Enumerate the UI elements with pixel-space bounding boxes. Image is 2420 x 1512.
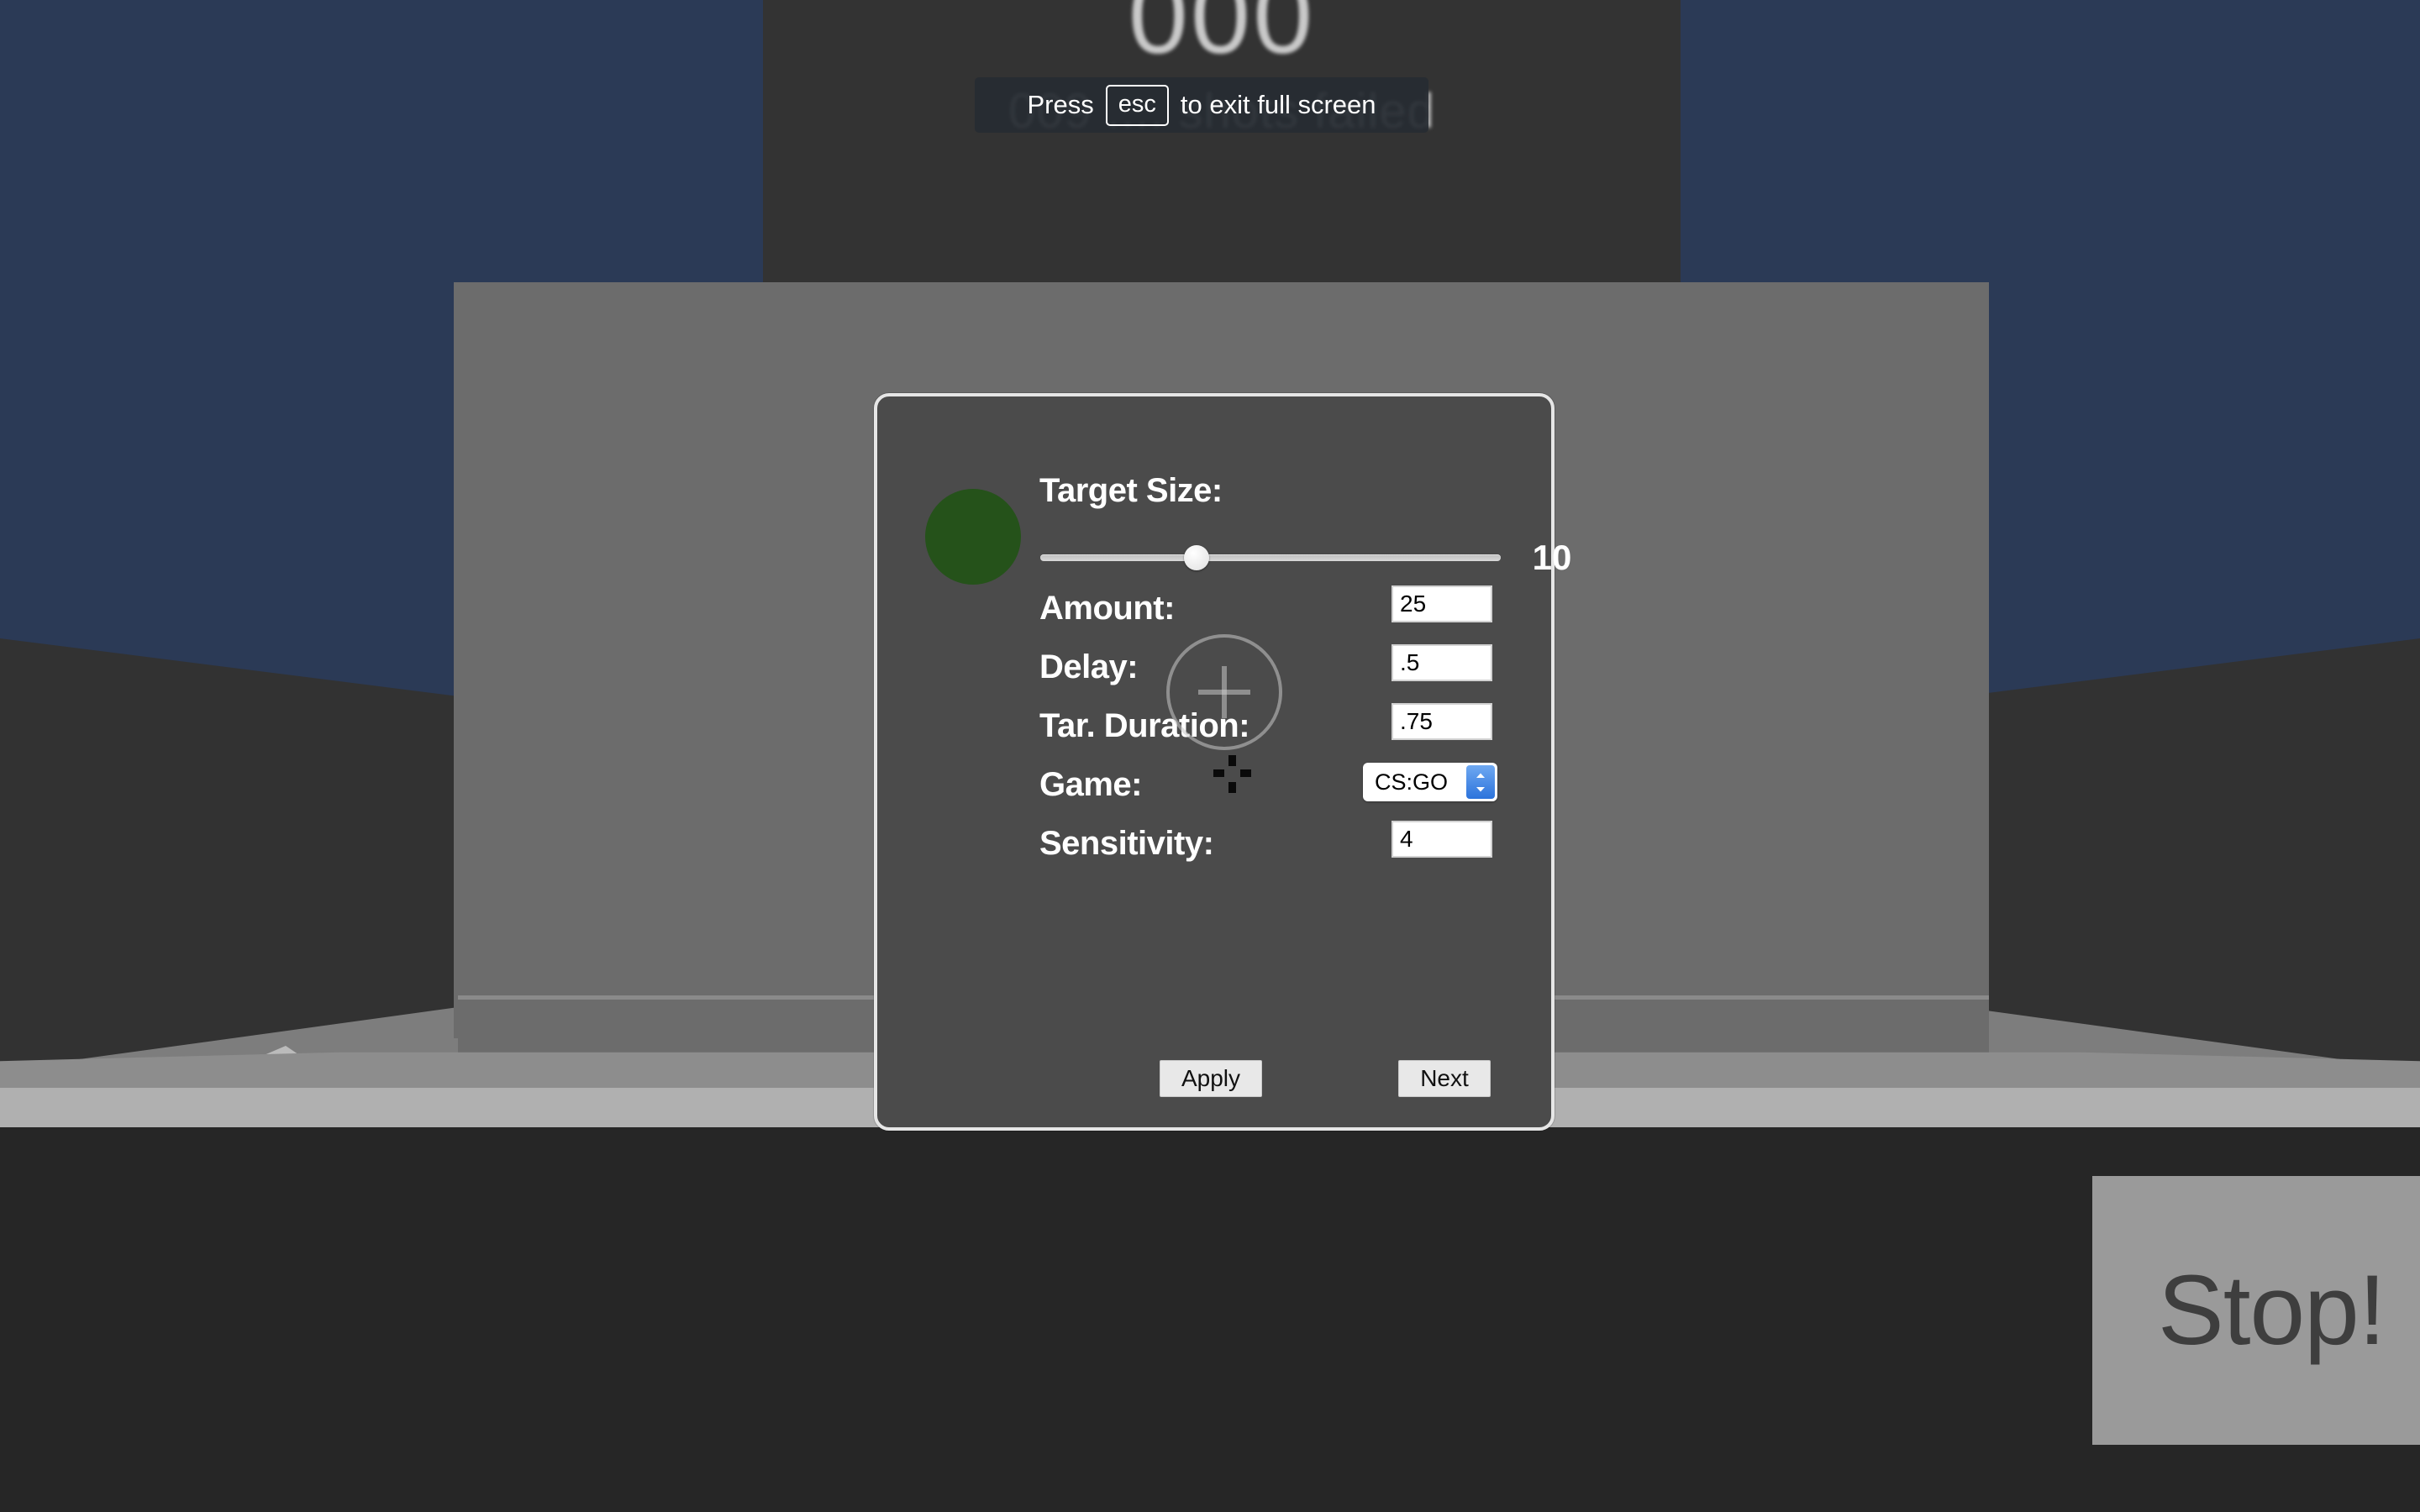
crosshair-cursor-icon [1213,755,1251,793]
chevron-up-down-icon[interactable] [1466,765,1495,799]
settings-dialog: Target Size: 10 Amount: Delay: Tar. Dura… [874,393,1571,1131]
slider-thumb[interactable] [1184,545,1209,570]
game-select-value: CS:GO [1375,769,1449,795]
target-size-slider[interactable] [1040,543,1501,573]
aim-ring-plus-icon [1166,634,1282,750]
next-button[interactable]: Next [1398,1060,1491,1097]
exit-fullscreen-toast: Press esc to exit full screen [975,77,1428,133]
target-size-label: Target Size: [1039,472,1223,509]
apply-button[interactable]: Apply [1160,1060,1262,1097]
esc-key-badge: esc [1105,84,1169,126]
game-select[interactable]: CS:GO [1363,763,1497,801]
delay-input[interactable] [1392,644,1492,681]
stop-sign: Stop! [2092,1176,2420,1445]
amount-label: Amount: [1039,590,1175,627]
crosshair-right [1240,769,1251,777]
sensitivity-label: Sensitivity: [1039,825,1214,862]
target-duration-input[interactable] [1392,703,1492,740]
crosshair-bottom [1228,782,1236,793]
target-color-preview[interactable] [925,489,1021,585]
stop-sign-label: Stop! [2158,1255,2386,1366]
hud-score: 000 [1128,0,1316,76]
toast-prefix-label: Press [1027,90,1094,119]
crosshair-left [1213,769,1224,777]
amount-input[interactable] [1392,585,1492,622]
bottom-wall-numbers: 1 2 3 4 [0,1127,2420,1512]
sensitivity-input[interactable] [1392,821,1492,858]
crosshair-top [1228,755,1236,766]
slider-track[interactable] [1040,554,1501,561]
game-label: Game: [1039,766,1143,803]
aim-trainer-scene: 1 2 3 4 Stop! 000 009 .... shots failed … [0,0,2420,1512]
target-size-value: 10 [1532,538,1572,577]
delay-label: Delay: [1039,648,1139,685]
toast-suffix-label: to exit full screen [1180,90,1376,119]
